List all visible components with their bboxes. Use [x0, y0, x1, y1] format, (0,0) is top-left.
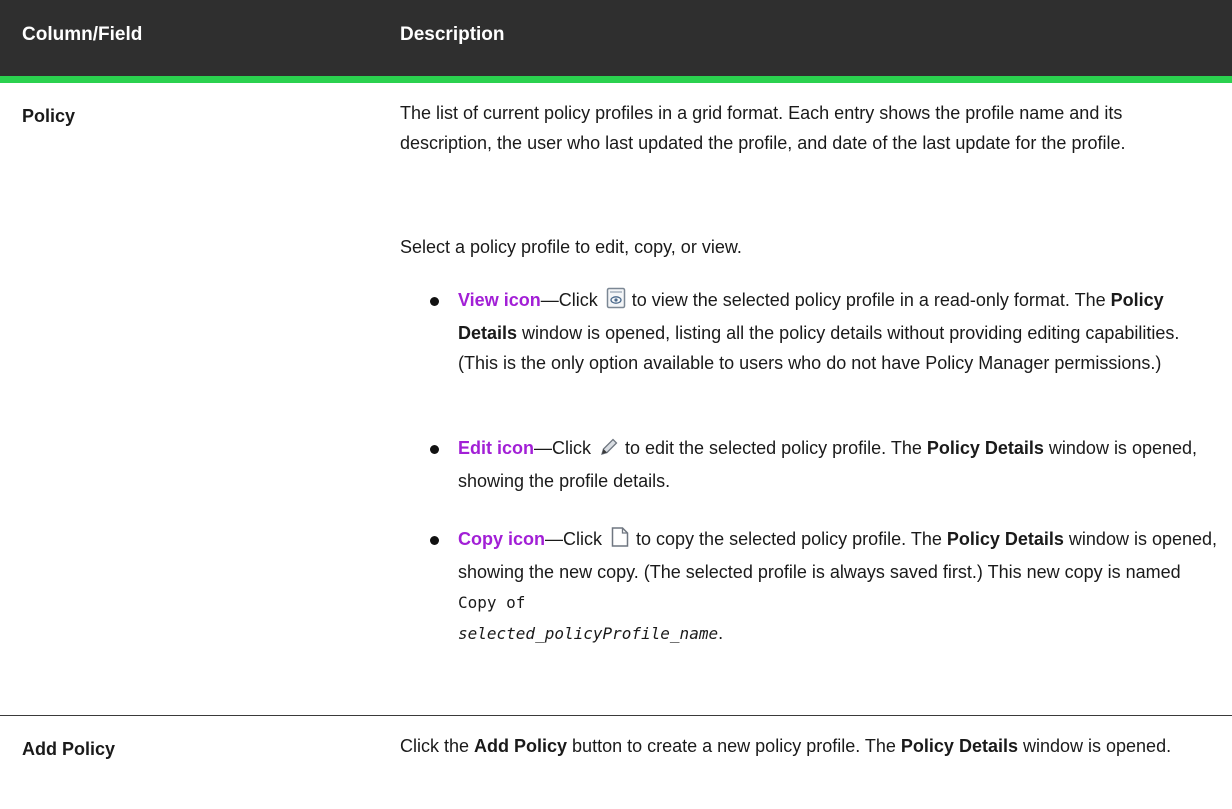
- copy-code-text: Copy of: [458, 593, 526, 612]
- add-policy-paragraph: Click the Add Policy button to create a …: [400, 731, 1215, 761]
- add-policy-text-c: window is opened.: [1017, 736, 1172, 756]
- edit-bold-policy-details: Policy Details: [926, 438, 1044, 458]
- bullet-text-copy: Copy icon—Click to copy the selected poli…: [458, 524, 1218, 649]
- row-label-policy: Policy: [22, 106, 76, 126]
- add-policy-description-cell: Click the Add Policy button to create a …: [400, 731, 1215, 761]
- view-text-b: window is opened, listing all the policy…: [458, 323, 1180, 373]
- copy-icon-link[interactable]: Copy icon: [458, 529, 545, 549]
- policy-select-paragraph: Select a policy profile to edit, copy, o…: [400, 237, 742, 257]
- edit-click-text: —Click: [534, 438, 591, 458]
- add-policy-text-b: button to create a new policy profile. T…: [567, 736, 901, 756]
- bullet-text-view: View icon—Click to view the selected poli…: [458, 285, 1218, 378]
- view-text-a: to view the selected policy profile in a…: [631, 290, 1111, 310]
- copy-bold-policy-details: Policy Details: [946, 529, 1064, 549]
- view-document-icon: [606, 287, 626, 318]
- bullet-text-edit: Edit icon—Click to edit the selected poli…: [458, 433, 1218, 496]
- policy-description-cell: The list of current policy profiles in a…: [400, 98, 1215, 158]
- table-header: Column/Field Description: [0, 0, 1232, 83]
- row-label-add-policy: Add Policy: [22, 739, 116, 759]
- add-policy-text-a: Click the: [400, 736, 475, 756]
- bullet-dot: [430, 536, 439, 545]
- copy-code-italic: selected_policyProfile_name: [458, 624, 719, 643]
- view-icon-link[interactable]: View icon: [458, 290, 541, 310]
- copy-click-text: —Click: [545, 529, 603, 549]
- header-description: Description: [400, 24, 505, 45]
- edit-icon-link[interactable]: Edit icon: [458, 438, 534, 458]
- add-policy-bold-button-name: Add Policy: [474, 736, 568, 756]
- view-click-text: —Click: [540, 290, 598, 310]
- row-divider: [0, 715, 1232, 716]
- bullet-dot: [430, 297, 439, 306]
- copy-page-icon: [610, 526, 630, 557]
- policy-select-cell: Select a policy profile to edit, copy, o…: [400, 232, 1215, 262]
- header-column-field: Column/Field: [22, 24, 143, 45]
- bullet-dot: [430, 445, 439, 454]
- policy-description-paragraph: The list of current policy profiles in a…: [400, 103, 1126, 153]
- copy-text-a: to copy the selected policy profile. The: [636, 529, 947, 549]
- edit-text-a: to edit the selected policy profile. The: [625, 438, 927, 458]
- pencil-icon: [599, 436, 619, 466]
- add-policy-bold-policy-details: Policy Details: [900, 736, 1018, 756]
- copy-end-period: .: [718, 623, 724, 643]
